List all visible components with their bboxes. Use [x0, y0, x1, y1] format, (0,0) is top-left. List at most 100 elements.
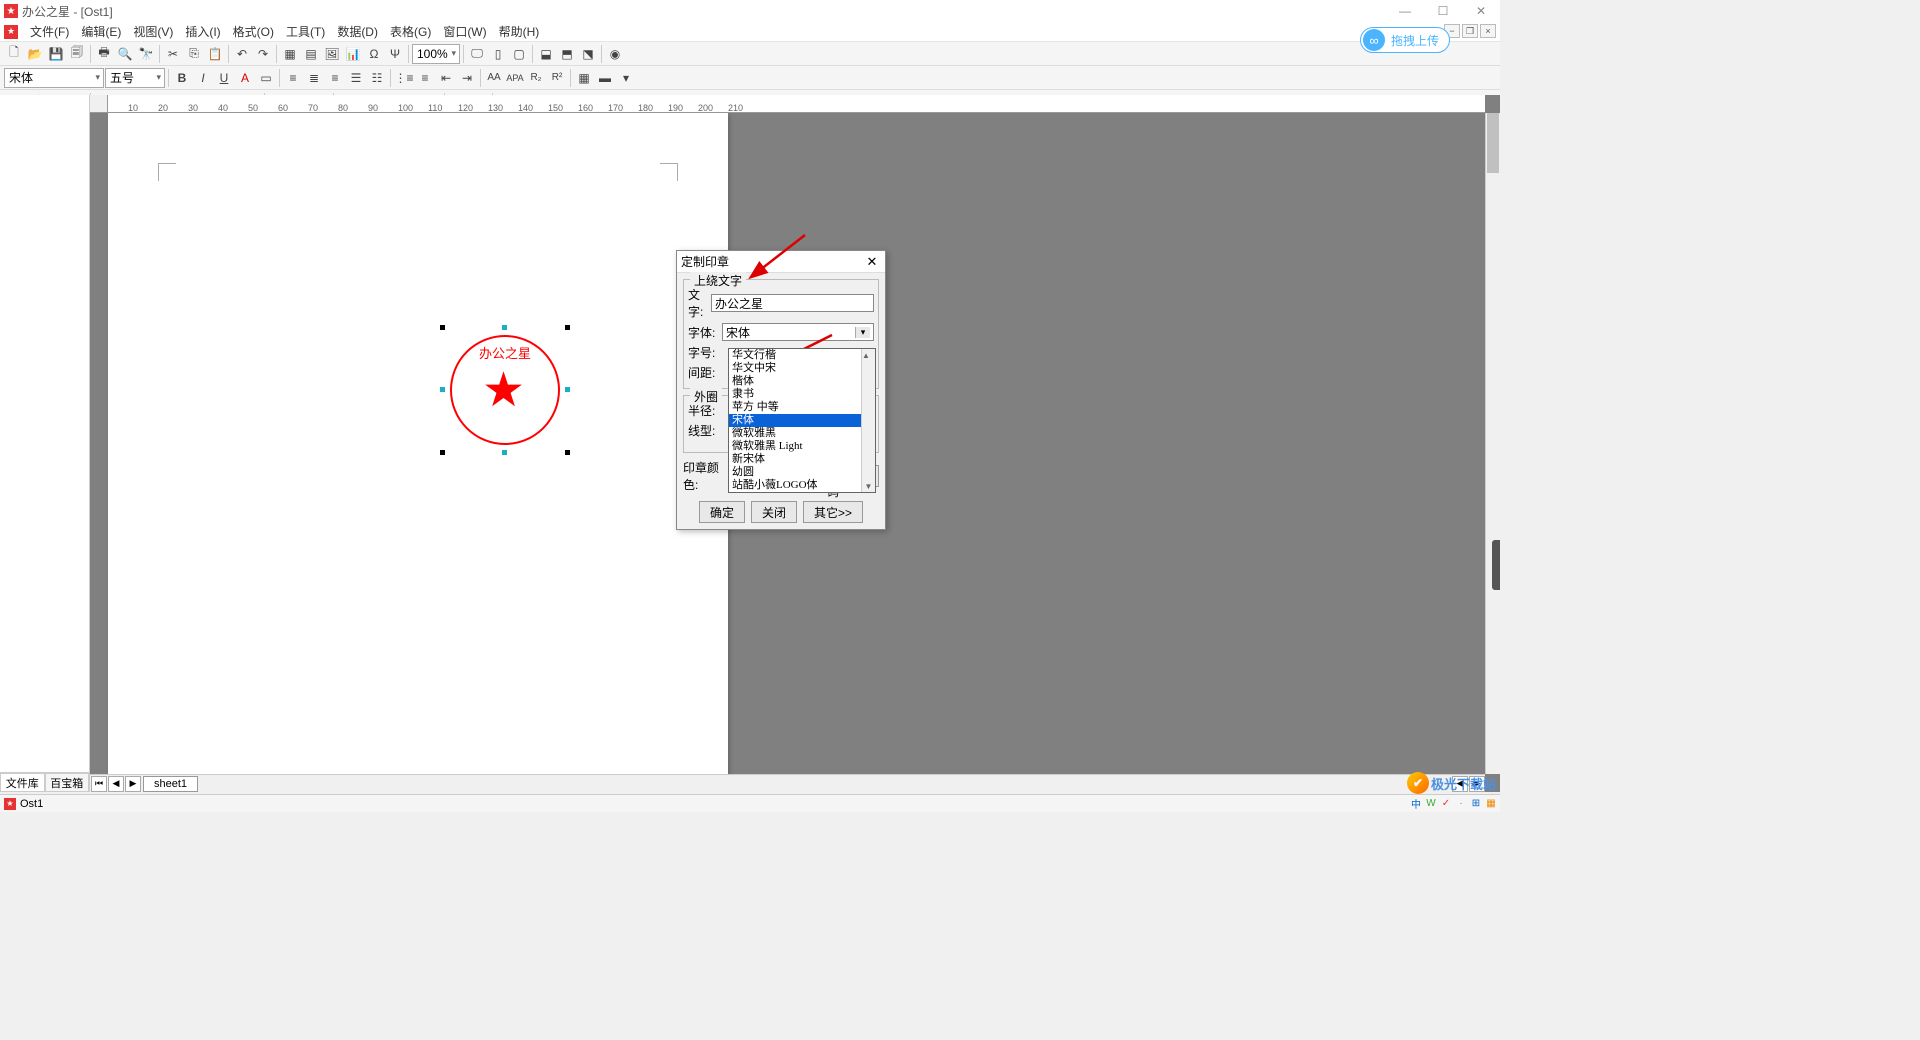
sup-aa-icon[interactable]: AA	[484, 68, 504, 88]
align-dist-icon[interactable]: ☷	[367, 68, 387, 88]
window-titlebar: 办公之星 - [Ost1] — ☐ ✕	[0, 0, 1500, 22]
font-combo[interactable]: 宋体	[722, 323, 874, 341]
font-option[interactable]: 楷体	[729, 375, 875, 388]
font-name-combo[interactable]: 宋体	[4, 68, 104, 88]
sheet-tab[interactable]: sheet1	[143, 776, 198, 792]
align-justify-icon[interactable]: ☰	[346, 68, 366, 88]
format-toolbar: 宋体 五号 B I U A ▭ ≡ ≣ ≡ ☰ ☷ ⋮≡ ≡ ⇤ ⇥ AA AP…	[0, 66, 1500, 90]
left-tab-treasure[interactable]: 百宝箱	[45, 773, 90, 792]
list-bullet-icon[interactable]: ⋮≡	[394, 68, 414, 88]
font-option[interactable]: 微软雅黑 Light	[729, 440, 875, 453]
sup-apa-icon[interactable]: APA	[505, 68, 525, 88]
menu-view[interactable]: 视图(V)	[127, 23, 179, 40]
zoom-combo[interactable]: 100%	[412, 44, 460, 64]
grid-icon[interactable]: ▦	[280, 44, 300, 64]
r2-icon[interactable]: R₂	[526, 68, 546, 88]
close-button[interactable]: 关闭	[751, 501, 797, 523]
sheet-prev[interactable]: ◀	[108, 776, 124, 792]
layout-icon[interactable]: ▤	[301, 44, 321, 64]
menu-edit[interactable]: 编辑(E)	[75, 23, 127, 40]
font-option[interactable]: 幼圆	[729, 466, 875, 479]
stamp-text-input[interactable]	[711, 294, 874, 312]
close-button[interactable]: ✕	[1462, 0, 1500, 22]
font-option[interactable]: 华文中宋	[729, 362, 875, 375]
font-option[interactable]: 微软雅黑	[729, 427, 875, 440]
symbol-icon[interactable]: Ω	[364, 44, 384, 64]
upload-badge-text: 拖拽上传	[1391, 32, 1439, 49]
menu-format[interactable]: 格式(O)	[227, 23, 280, 40]
menu-table[interactable]: 表格(G)	[384, 23, 437, 40]
more-icon[interactable]: ▾	[616, 68, 636, 88]
dialog-close-icon[interactable]: ✕	[863, 253, 881, 271]
font-option[interactable]: 新宋体	[729, 453, 875, 466]
dialog-titlebar[interactable]: 定制印章 ✕	[677, 251, 885, 273]
font-option[interactable]: 苹方 中等	[729, 401, 875, 414]
font-size-combo[interactable]: 五号	[105, 68, 165, 88]
col1-icon[interactable]: ▯	[488, 44, 508, 64]
upload-badge[interactable]: ∞ 拖拽上传	[1360, 27, 1450, 53]
horizontal-ruler: 1020304050607080901001101201301401501601…	[108, 95, 1485, 113]
paste-icon[interactable]: 📋	[205, 44, 225, 64]
group-icon[interactable]: ⬓	[536, 44, 556, 64]
bold-icon[interactable]: B	[172, 68, 192, 88]
redo-icon[interactable]: ↷	[253, 44, 273, 64]
status-doc-name: Ost1	[20, 798, 43, 810]
sheet-first[interactable]: ⏮	[91, 776, 107, 792]
child-close[interactable]: ×	[1480, 24, 1496, 38]
cut-icon[interactable]: ✂	[163, 44, 183, 64]
chart-icon[interactable]: 📊	[343, 44, 363, 64]
saveas-icon[interactable]: 🗐	[67, 44, 87, 64]
r2sup-icon[interactable]: R²	[547, 68, 567, 88]
open-icon[interactable]: 📂	[25, 44, 45, 64]
menu-file[interactable]: 文件(F)	[24, 23, 75, 40]
print-icon[interactable]: 🖶	[94, 44, 114, 64]
align-center-icon[interactable]: ≣	[304, 68, 324, 88]
align-right-icon[interactable]: ≡	[325, 68, 345, 88]
font-option[interactable]: 宋体	[729, 414, 875, 427]
font-option[interactable]: 华文行楷	[729, 349, 875, 362]
undo-icon[interactable]: ↶	[232, 44, 252, 64]
document-page[interactable]	[108, 113, 728, 783]
menubar: 文件(F) 编辑(E) 视图(V) 插入(I) 格式(O) 工具(T) 数据(D…	[0, 22, 1500, 42]
save-icon[interactable]: 💾	[46, 44, 66, 64]
ungroup-icon[interactable]: ⬒	[557, 44, 577, 64]
preview-icon[interactable]: 🔍	[115, 44, 135, 64]
italic-icon[interactable]: I	[193, 68, 213, 88]
border-icon[interactable]: ▦	[574, 68, 594, 88]
underline-icon[interactable]: U	[214, 68, 234, 88]
sheet-next[interactable]: ▶	[125, 776, 141, 792]
copy-icon[interactable]: ⎘	[184, 44, 204, 64]
child-restore[interactable]: ❐	[1462, 24, 1478, 38]
list-num-icon[interactable]: ≡	[415, 68, 435, 88]
send-back-icon[interactable]: ⬔	[578, 44, 598, 64]
font-option[interactable]: 站酷小薇LOGO体	[729, 479, 875, 492]
col2-icon[interactable]: ▢	[509, 44, 529, 64]
fontcolor-icon[interactable]: A	[235, 68, 255, 88]
psi-icon[interactable]: Ψ	[385, 44, 405, 64]
menu-help[interactable]: 帮助(H)	[493, 23, 546, 40]
vertical-scrollbar[interactable]	[1485, 113, 1500, 774]
menu-window[interactable]: 窗口(W)	[437, 23, 492, 40]
new-icon[interactable]: 🗋	[4, 44, 24, 64]
fill-icon[interactable]: ▬	[595, 68, 615, 88]
left-tab-files[interactable]: 文件库	[0, 773, 45, 792]
font-dropdown-list[interactable]: 华文行楷华文中宋楷体隶书苹方 中等宋体微软雅黑微软雅黑 Light新宋体幼圆站酷…	[728, 348, 876, 493]
font-option[interactable]: 隶书	[729, 388, 875, 401]
other-button[interactable]: 其它>>	[803, 501, 863, 523]
screen-icon[interactable]: 🖵	[467, 44, 487, 64]
ok-button[interactable]: 确定	[699, 501, 745, 523]
highlight-icon[interactable]: ▭	[256, 68, 276, 88]
find-icon[interactable]: 🔭	[136, 44, 156, 64]
stamp-icon[interactable]: ◉	[605, 44, 625, 64]
indent-inc-icon[interactable]: ⇥	[457, 68, 477, 88]
maximize-button[interactable]: ☐	[1424, 0, 1462, 22]
dropdown-scrollbar[interactable]: ▲ ▼	[861, 349, 875, 492]
align-left-icon[interactable]: ≡	[283, 68, 303, 88]
minimize-button[interactable]: —	[1386, 0, 1424, 22]
image-icon[interactable]: 🖼	[322, 44, 342, 64]
menu-data[interactable]: 数据(D)	[331, 23, 384, 40]
indent-dec-icon[interactable]: ⇤	[436, 68, 456, 88]
side-grip[interactable]	[1492, 540, 1500, 590]
menu-tools[interactable]: 工具(T)	[280, 23, 331, 40]
menu-insert[interactable]: 插入(I)	[179, 23, 226, 40]
